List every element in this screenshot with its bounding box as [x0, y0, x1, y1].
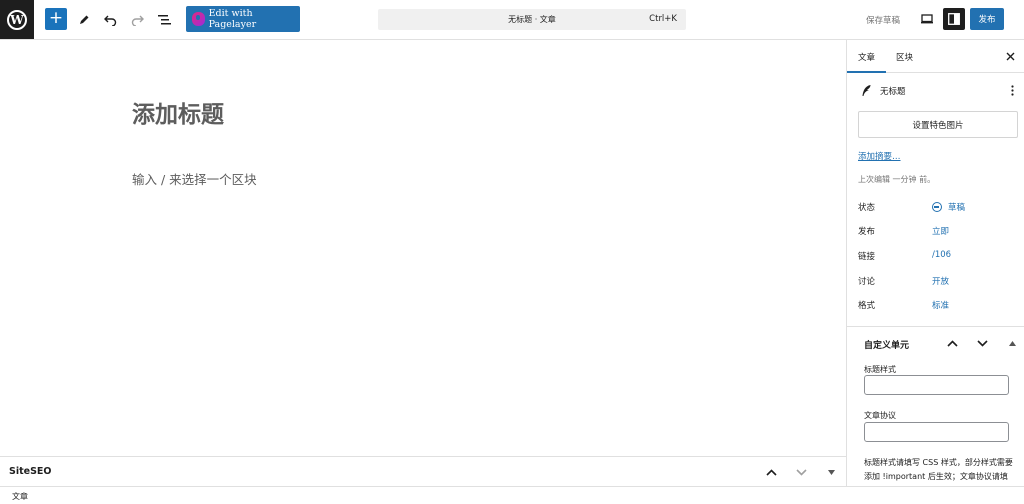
shortcut-hint: Ctrl+K — [649, 14, 677, 24]
document-title: 无标题 · 文章 — [508, 15, 556, 24]
chevron-up-icon[interactable] — [763, 464, 779, 480]
link-value[interactable]: /106 — [932, 250, 951, 260]
meta-row-publish: 发布 立即 — [858, 225, 1018, 239]
sidebar-divider — [847, 326, 1024, 327]
save-draft-button[interactable]: 保存草稿 — [866, 14, 900, 26]
post-license-label: 文章协议 — [864, 411, 896, 420]
chevron-up-icon[interactable] — [945, 336, 959, 350]
breadcrumb-item[interactable]: 文章 — [12, 491, 28, 502]
meta-row-link: 链接 /106 — [858, 250, 1018, 264]
edit-with-pagelayer-button[interactable]: Edit with Pagelayer — [186, 6, 300, 32]
custom-unit-title: 自定义单元 — [864, 341, 910, 351]
default-block-appender[interactable]: 输入 / 来选择一个区块 — [132, 169, 257, 188]
settings-sidebar-toggle-icon[interactable] — [943, 8, 965, 30]
collapse-toggle-icon[interactable] — [823, 464, 839, 480]
collapse-toggle-icon[interactable] — [1005, 336, 1019, 350]
add-block-button[interactable]: + — [45, 8, 67, 30]
add-excerpt-link[interactable]: 添加摘要… — [858, 150, 901, 162]
meta-label: 状态 — [858, 203, 876, 213]
meta-row-discussion: 讨论 开放 — [858, 275, 1018, 289]
document-overview-icon[interactable] — [153, 9, 175, 31]
title-style-input[interactable] — [864, 375, 1009, 395]
tab-block[interactable]: 区块 — [896, 51, 913, 63]
editor-canvas: 添加标题 输入 / 来选择一个区块 — [0, 40, 846, 456]
meta-row-format: 格式 标准 — [858, 299, 1018, 313]
pencil-tools-icon[interactable] — [73, 9, 95, 31]
post-name: 无标题 — [880, 87, 906, 97]
siteseo-metabox-header: SiteSEO — [0, 456, 846, 486]
meta-row-status: 状态 草稿 — [858, 201, 1018, 215]
status-value-text: 草稿 — [948, 203, 966, 213]
publish-button[interactable]: 发布 — [970, 8, 1004, 30]
meta-label: 发布 — [858, 227, 876, 237]
chevron-down-icon[interactable] — [793, 464, 809, 480]
pagelayer-logo-icon — [192, 12, 205, 26]
discussion-value[interactable]: 开放 — [932, 275, 949, 287]
publish-value[interactable]: 立即 — [932, 225, 949, 237]
close-icon[interactable] — [1003, 49, 1017, 63]
command-palette-bar[interactable]: 无标题 · 文章 Ctrl+K — [378, 9, 686, 30]
tab-post[interactable]: 文章 — [847, 51, 887, 73]
status-value[interactable]: 草稿 — [932, 201, 965, 213]
last-edited-text: 上次编辑 一分钟 前。 — [858, 175, 936, 184]
sidebar-tabs: 文章 区块 — [847, 40, 1024, 73]
redo-icon[interactable] — [126, 9, 148, 31]
preview-desktop-icon[interactable] — [917, 9, 937, 29]
set-featured-image-button[interactable]: 设置特色图片 — [858, 111, 1018, 138]
meta-label: 格式 — [858, 301, 876, 311]
post-summary-header: 无标题 — [861, 83, 1017, 99]
pagelayer-button-label: Edit with Pagelayer — [208, 8, 257, 30]
post-title-input[interactable]: 添加标题 — [132, 95, 224, 129]
custom-unit-help-text: 标题样式请填写 CSS 样式，部分样式需要添加 !important 后生效；文… — [864, 458, 1013, 481]
post-license-input[interactable] — [864, 422, 1009, 442]
meta-label: 讨论 — [858, 277, 876, 287]
block-breadcrumb-bar: 文章 — [0, 486, 1024, 504]
title-style-label: 标题样式 — [864, 365, 896, 374]
draft-status-icon — [932, 202, 942, 212]
post-feather-icon — [862, 85, 871, 96]
wordpress-logo-icon[interactable]: W — [0, 0, 34, 39]
undo-icon[interactable] — [99, 9, 121, 31]
settings-sidebar: 文章 区块 无标题 设置特色图片 添加摘要… 上次编辑 一分钟 前。 状态 草稿… — [846, 40, 1024, 486]
format-value[interactable]: 标准 — [932, 299, 949, 311]
meta-label: 链接 — [858, 252, 876, 262]
chevron-down-icon[interactable] — [975, 336, 989, 350]
siteseo-metabox-title: SiteSEO — [9, 466, 52, 477]
editor-top-toolbar: W + Edit with Pagelayer 无标题 · 文章 Ctrl+K … — [0, 0, 1024, 40]
more-options-icon[interactable] — [1007, 83, 1017, 97]
